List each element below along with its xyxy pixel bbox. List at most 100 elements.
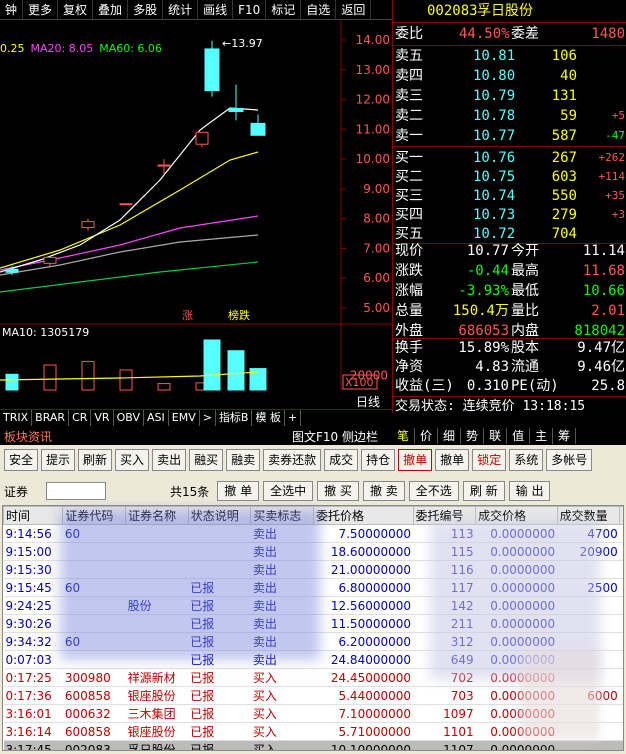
quote-tab[interactable]: 价	[415, 428, 439, 444]
trade-button[interactable]: 融买	[189, 449, 224, 471]
quote-row: 总量 150.4万 量比 2.01	[393, 301, 626, 321]
quote-row: 卖五 10.81 106	[393, 46, 626, 66]
indicator-tab[interactable]: VR	[91, 410, 114, 426]
menu-item[interactable]: 标记	[266, 0, 302, 20]
trade-button[interactable]: 系统	[509, 449, 544, 471]
quote-tab[interactable]: 值	[507, 428, 531, 444]
filter-button[interactable]: 撤 单	[217, 481, 260, 501]
stat-value: 11.14	[582, 243, 625, 259]
stock-name: 孚日股份	[477, 3, 533, 19]
table-cell: 600858	[62, 722, 126, 741]
trade-button[interactable]: 撤单	[435, 449, 470, 471]
ask-price: 10.77	[473, 128, 516, 144]
quote-row: 卖一 10.77 587 -47	[393, 126, 626, 146]
quote-row: 买三 10.74 550 +35	[393, 186, 626, 206]
trade-button[interactable]: 卖出	[152, 449, 187, 471]
table-row[interactable]: 3:17:45 002083 孚日股份 已报 买入 10.10000000 1107 0.00…	[3, 740, 623, 750]
trade-button[interactable]: 卖券还款	[263, 449, 322, 471]
table-cell: 0:17:36	[3, 686, 63, 705]
candle-body	[195, 131, 209, 145]
indicator-tab[interactable]: CR	[69, 410, 92, 426]
stat-label: 股本	[511, 340, 539, 356]
info-bar: 板块资讯 图文F10 侧边栏 《	[0, 426, 392, 461]
menu-item[interactable]: 自选	[301, 0, 337, 20]
bid-price: 10.76	[473, 150, 516, 166]
trade-button[interactable]: 锁定	[472, 449, 507, 471]
trade-button[interactable]: 刷新	[78, 449, 113, 471]
indicator-tab[interactable]: EMV	[169, 410, 200, 426]
table-cell: 7.50000000	[313, 524, 414, 543]
ask-label: 卖三	[395, 88, 423, 104]
menu-item[interactable]: 叠加	[93, 0, 129, 20]
indicator-tab[interactable]: OBV	[114, 410, 144, 426]
column-header[interactable]: 委托价格	[313, 506, 414, 525]
menu-item[interactable]: 复权	[58, 0, 94, 20]
filter-button[interactable]: 输 出	[508, 481, 551, 501]
table-cell: 0:17:25	[3, 668, 63, 687]
price-tick-label: 9.00	[363, 182, 390, 196]
menu-item[interactable]: 返回	[336, 0, 372, 20]
price-tick-label: 8.00	[363, 212, 390, 226]
column-header[interactable]: 成交金额	[619, 506, 623, 525]
trade-button[interactable]: 安全	[4, 449, 39, 471]
indicator-tab[interactable]: ASI	[144, 410, 169, 426]
quote-tab[interactable]: 筹	[553, 428, 577, 444]
candle-body	[119, 203, 133, 206]
ask-volume: 40	[560, 68, 577, 84]
menu-item[interactable]: 统计	[163, 0, 199, 20]
bid-label: 买四	[395, 207, 423, 223]
kline-chart[interactable]: 14.00 13.00 12.00 11.00 10.00 9.00 8.00 7.00 6.0…	[0, 20, 392, 410]
menu-item[interactable]: F10	[233, 0, 267, 20]
price-tick-label: 7.00	[363, 241, 390, 255]
trade-button[interactable]: 买入	[115, 449, 150, 471]
quote-tab[interactable]: 势	[461, 428, 485, 444]
indicator-tab[interactable]: >	[200, 410, 216, 426]
filter-button[interactable]: 撤 卖	[362, 481, 405, 501]
quote-tab[interactable]: 细	[438, 428, 462, 444]
trade-toolbar: 安全 提示 刷新 买入 卖出 融买 融卖 卖券还款 成交 持仓 撤单 撤单 锁定 系统 多帐号	[0, 449, 626, 473]
quote-tab[interactable]: 联	[484, 428, 508, 444]
column-header[interactable]: 时间	[3, 506, 64, 525]
trade-button[interactable]: 融卖	[226, 449, 261, 471]
trade-button[interactable]: 持仓	[361, 449, 396, 471]
price-tick-label: 6.00	[363, 271, 390, 285]
weicha-label: 委差	[511, 26, 539, 42]
indicator-tab[interactable]: +	[285, 410, 302, 426]
table-cell	[619, 614, 623, 633]
info-left[interactable]: 板块资讯	[4, 428, 52, 445]
quote-tab[interactable]: 笔	[392, 428, 416, 444]
filter-button[interactable]: 刷 新	[462, 481, 505, 501]
table-cell	[619, 596, 623, 615]
price-tick-label: 13.00	[356, 63, 390, 77]
quote-tab[interactable]: 主	[530, 428, 554, 444]
security-label: 证券	[4, 484, 29, 499]
menu-item[interactable]: 更多	[23, 0, 59, 20]
indicator-tab[interactable]: 指标B	[216, 410, 253, 426]
menu-item[interactable]: 画线	[198, 0, 234, 20]
bid-change: +3	[611, 208, 625, 221]
indicator-tab[interactable]: BRAR	[32, 410, 70, 426]
trade-button[interactable]: 多帐号	[546, 449, 593, 471]
quote-row: 换手 15.89% 股本 9.47亿	[393, 338, 626, 358]
quote-row: 收益(三) 0.310 PE(动) 25.8	[393, 376, 626, 396]
trade-button[interactable]: 提示	[41, 449, 76, 471]
stat-value: 0.310	[466, 378, 509, 394]
stat-label: 现价	[395, 243, 423, 259]
trade-button[interactable]: 撤单	[398, 449, 433, 471]
trade-button[interactable]: 成交	[324, 449, 359, 471]
volume-bar	[157, 383, 171, 391]
menu-item[interactable]: 钟	[0, 0, 24, 20]
table-cell: 703	[413, 686, 476, 705]
security-input[interactable]	[46, 482, 107, 500]
table-cell	[619, 704, 623, 723]
indicator-tab[interactable]: TRIX	[0, 410, 33, 426]
candle-body	[157, 164, 171, 167]
table-cell: 三木集团	[125, 704, 189, 723]
filter-button[interactable]: 全不选	[408, 481, 459, 501]
stat-value: 15.89%	[458, 340, 509, 356]
filter-button[interactable]: 撤 买	[317, 481, 359, 501]
filter-button[interactable]: 全选中	[263, 481, 314, 501]
stat-value: -0.44	[466, 263, 509, 279]
menu-item[interactable]: 多股	[128, 0, 164, 20]
indicator-tab[interactable]: 模 板	[252, 410, 285, 426]
